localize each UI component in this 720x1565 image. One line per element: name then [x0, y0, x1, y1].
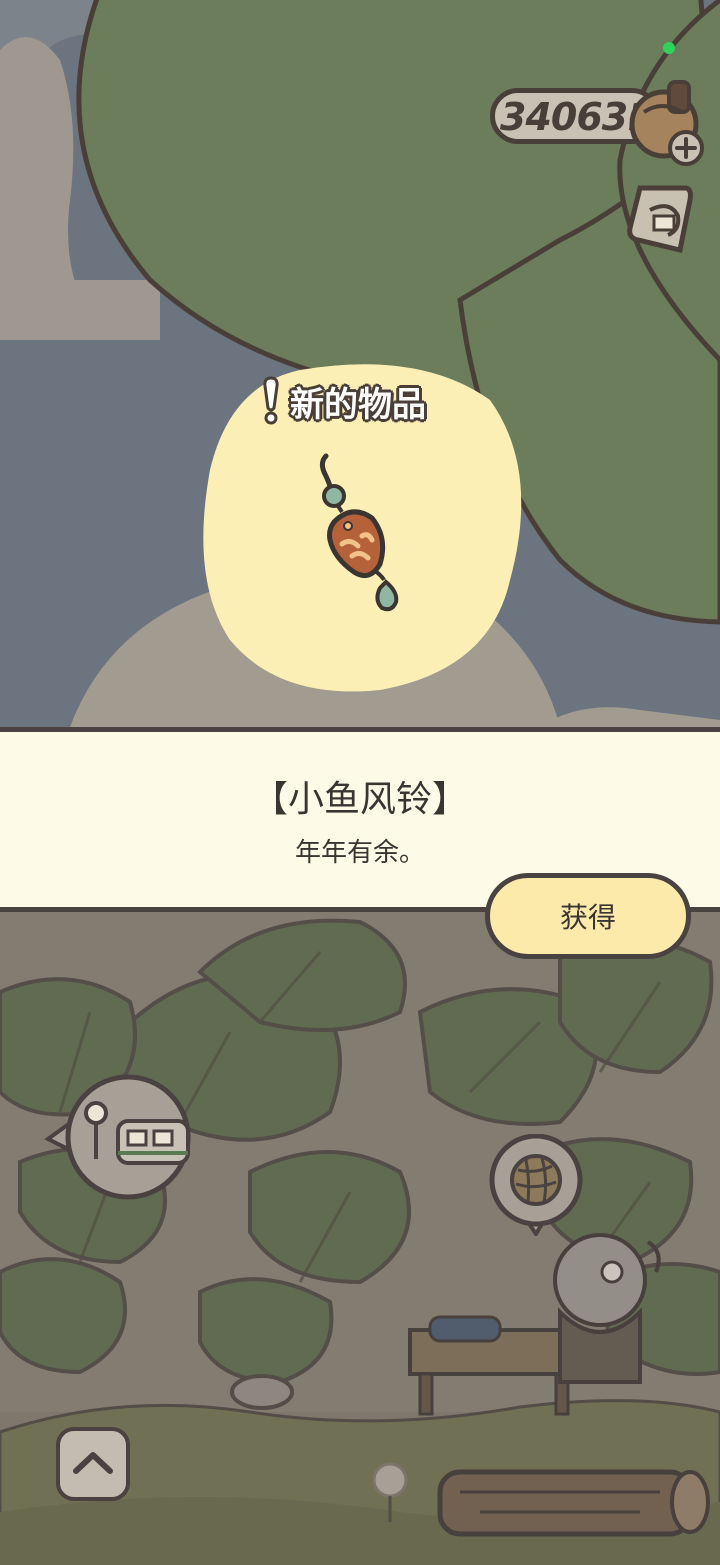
- fish-wind-chime-icon: [319, 453, 399, 612]
- obtain-button[interactable]: 获得: [485, 873, 691, 959]
- yarn-ball-speech-icon[interactable]: [486, 1134, 586, 1236]
- status-indicator: [663, 42, 675, 54]
- expand-menu-button[interactable]: [56, 1427, 130, 1501]
- new-item-title: 新的物品: [290, 384, 426, 425]
- item-description: 年年有余。: [294, 838, 425, 868]
- exclamation-icon: [262, 376, 280, 426]
- ticket-icon[interactable]: [620, 180, 700, 262]
- item-name: 【小鱼风铃】: [251, 779, 468, 820]
- new-item-heading: 新的物品: [262, 374, 462, 428]
- add-clover-button[interactable]: [666, 128, 706, 168]
- train-speech-icon[interactable]: [44, 1073, 194, 1203]
- chevron-up-icon: [73, 1452, 113, 1474]
